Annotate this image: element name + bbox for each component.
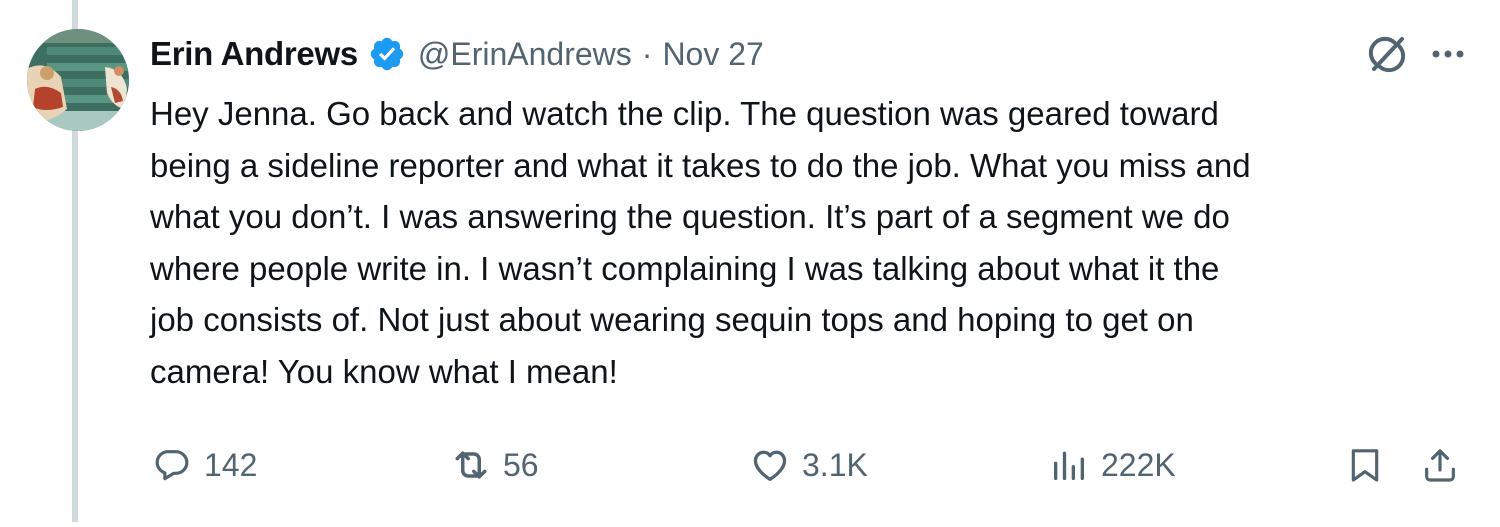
grok-icon[interactable]	[1362, 29, 1412, 79]
views-icon	[1047, 443, 1091, 487]
views-button[interactable]: 222K	[1047, 440, 1176, 490]
header-actions	[1362, 28, 1470, 80]
separator-dot: ·	[641, 35, 653, 72]
bookmark-button[interactable]	[1343, 440, 1387, 490]
more-icon[interactable]	[1426, 32, 1470, 76]
reply-count: 142	[204, 446, 258, 483]
like-button[interactable]: 3.1K	[748, 440, 868, 490]
author-handle[interactable]: @ErinAndrews	[418, 36, 632, 73]
action-bar: 142 56 3.1K 222K	[0, 440, 1500, 490]
avatar[interactable]	[27, 29, 129, 131]
like-count: 3.1K	[802, 446, 868, 483]
share-icon	[1418, 443, 1462, 487]
reply-icon	[150, 443, 194, 487]
tweet-text: Hey Jenna. Go back and watch the clip. T…	[150, 95, 1251, 390]
repost-button[interactable]: 56	[449, 440, 539, 490]
view-count: 222K	[1101, 446, 1176, 483]
verified-badge-icon[interactable]	[368, 35, 406, 73]
share-button[interactable]	[1418, 440, 1462, 490]
heart-icon	[748, 443, 792, 487]
tweet-header: Erin Andrews @ErinAndrews · Nov 27	[150, 28, 1470, 80]
bookmark-icon	[1343, 443, 1387, 487]
tweet-date[interactable]: Nov 27	[662, 36, 763, 73]
repost-icon	[449, 443, 493, 487]
tweet[interactable]: Erin Andrews @ErinAndrews · Nov 27 Hey J…	[0, 0, 1500, 527]
tweet-content: Erin Andrews @ErinAndrews · Nov 27 Hey J…	[150, 28, 1470, 397]
author-name[interactable]: Erin Andrews	[150, 35, 358, 73]
repost-count: 56	[503, 446, 539, 483]
reply-button[interactable]: 142	[150, 440, 257, 490]
